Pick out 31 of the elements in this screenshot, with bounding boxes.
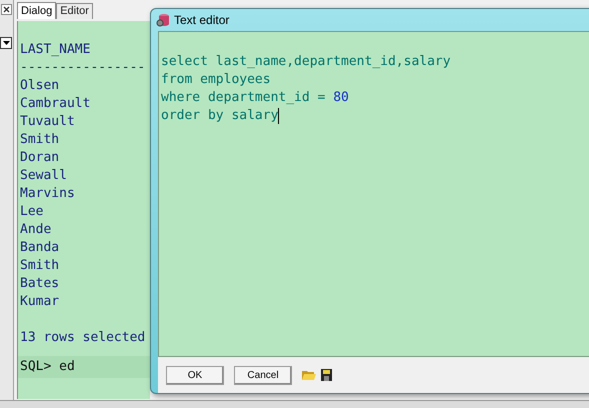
result-row: Banda	[20, 240, 60, 255]
code-line: from employees	[161, 71, 271, 89]
result-row: Bates	[20, 276, 60, 291]
tab[interactable]: Editor	[56, 3, 93, 19]
column-rule: ----------------	[20, 60, 146, 75]
result-row: Olsen	[20, 78, 60, 93]
result-row: Kumar	[20, 294, 60, 309]
result-row: Smith	[20, 132, 60, 147]
code-line: where department_id = 80	[161, 89, 349, 107]
window-title: Text editor	[174, 12, 230, 29]
tab[interactable]: Dialog	[17, 2, 56, 19]
code-line: order by salary	[161, 107, 278, 125]
dropdown-icon[interactable]	[0, 37, 12, 49]
text-cursor	[278, 108, 280, 124]
database-icon	[156, 13, 170, 27]
dialog-button[interactable]: Cancel	[234, 366, 292, 384]
code-line: select last_name,department_id,salary	[161, 53, 451, 71]
close-icon[interactable]	[1, 4, 12, 15]
result-row: Smith	[20, 258, 60, 273]
result-row: Lee	[20, 204, 44, 219]
save-icon[interactable]	[321, 369, 332, 381]
result-row: Ande	[20, 222, 52, 237]
result-row: Sewall	[20, 168, 67, 183]
result-row: Tuvault	[20, 114, 75, 129]
rows-summary: 13 rows selected	[20, 330, 146, 345]
dialog-button[interactable]: OK	[166, 366, 224, 384]
result-row: Doran	[20, 150, 60, 165]
editor-area[interactable]: select last_name,department_id,salary from employees where department_id = 80 order by salary	[158, 31, 589, 357]
column-heading: LAST_NAME	[20, 42, 90, 57]
result-row: Cambrault	[20, 96, 90, 111]
result-row: Marvins	[20, 186, 75, 201]
